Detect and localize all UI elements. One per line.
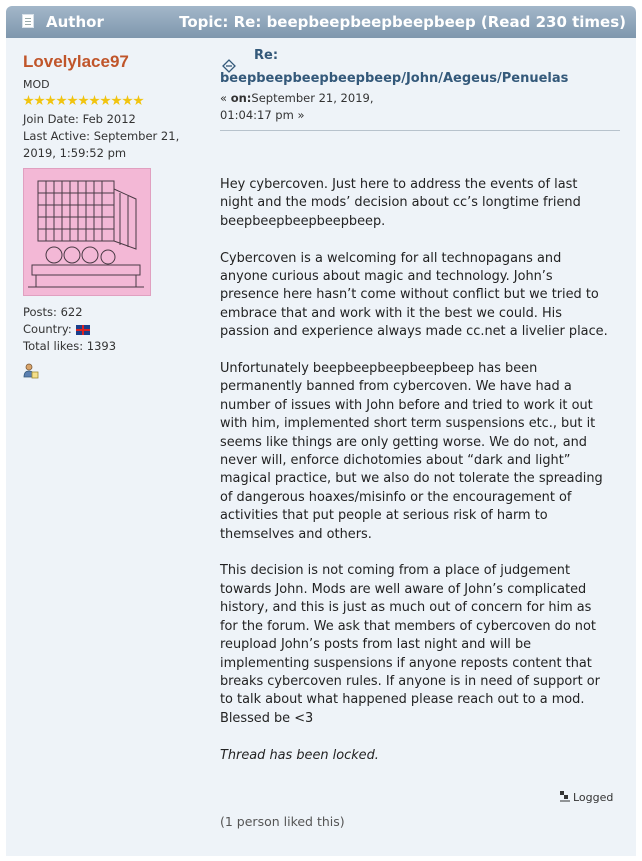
date-line-1: September 21, 2019, (251, 91, 374, 105)
rank-star-icon (78, 95, 89, 106)
rank-star-icon (133, 95, 144, 106)
rank-star-icon (45, 95, 56, 106)
difference-engine-image (24, 169, 150, 295)
subject-prefix[interactable]: Re: (254, 48, 620, 63)
post-count: Posts: 622 (23, 305, 83, 319)
likes-count[interactable]: (1 person liked this) (220, 814, 345, 829)
rank-star-icon (89, 95, 100, 106)
rank-star-icon (23, 95, 34, 106)
poster-role: MOD (23, 78, 50, 91)
subject-title[interactable]: beepbeepbeepbeepbeep/John/Aegeus/Penuela… (220, 71, 620, 86)
locked-note-text: Thread has been locked. (220, 747, 379, 763)
last-active-line-1: Last Active: September 21, (23, 129, 180, 143)
date-on-label: on: (230, 91, 252, 105)
document-icon (22, 14, 34, 28)
poster-name[interactable]: Lovelylace97 (23, 52, 193, 72)
date-line-2: 01:04:17 pm » (220, 108, 305, 122)
last-active-line-2: 2019, 1:59:52 pm (23, 146, 127, 160)
post-date: « on:September 21, 2019, 01:04:17 pm » (220, 90, 620, 124)
rank-star-icon (56, 95, 67, 106)
join-date: Join Date: Feb 2012 (23, 112, 136, 126)
total-likes: Total likes: 1393 (23, 339, 117, 353)
rank-star-icon (34, 95, 45, 106)
rank-star-icon (67, 95, 78, 106)
locked-note: Thread has been locked. (220, 747, 608, 765)
country-label: Country: (23, 322, 72, 336)
logged-indicator: Logged (559, 790, 613, 804)
avatar (23, 168, 151, 296)
view-profile-icon[interactable] (23, 363, 39, 379)
post-paragraph: This decision is not coming from a place… (220, 563, 600, 726)
uk-flag-icon (75, 324, 90, 335)
rank-star-icon (122, 95, 133, 106)
rank-stars (23, 95, 193, 108)
forum-page: Author Topic: Re: beepbeepbeepbeepbeep (… (0, 0, 642, 861)
logged-label: Logged (573, 791, 614, 804)
post-subject-icon (222, 59, 236, 73)
topic-title: Topic: Re: beepbeepbeepbeepbeep (Read 23… (179, 13, 626, 31)
post-paragraph: Unfortunately beepbeepbeepbeepbeep has b… (220, 361, 603, 542)
thread-header-bar: Author Topic: Re: beepbeepbeepbeepbeep (… (6, 6, 636, 38)
country-row: Country: (23, 321, 193, 338)
rank-star-icon (100, 95, 111, 106)
poster-info: Lovelylace97 MOD Join Date: Feb 2012 Las… (23, 52, 193, 379)
post-paragraph: Hey cybercoven. Just here to address the… (220, 177, 581, 229)
post-container: Lovelylace97 MOD Join Date: Feb 2012 Las… (6, 38, 636, 856)
header-divider (220, 130, 620, 131)
post-header: Re: beepbeepbeepbeepbeep/John/Aegeus/Pen… (220, 48, 620, 131)
rank-star-icon (111, 95, 122, 106)
date-prefix: « (220, 91, 231, 105)
post-body: Hey cybercoven. Just here to address the… (220, 176, 608, 783)
post-paragraph: Cybercoven is a welcoming for all techno… (220, 250, 608, 340)
logged-ip-icon (560, 791, 570, 802)
author-column-label: Author (46, 13, 104, 31)
